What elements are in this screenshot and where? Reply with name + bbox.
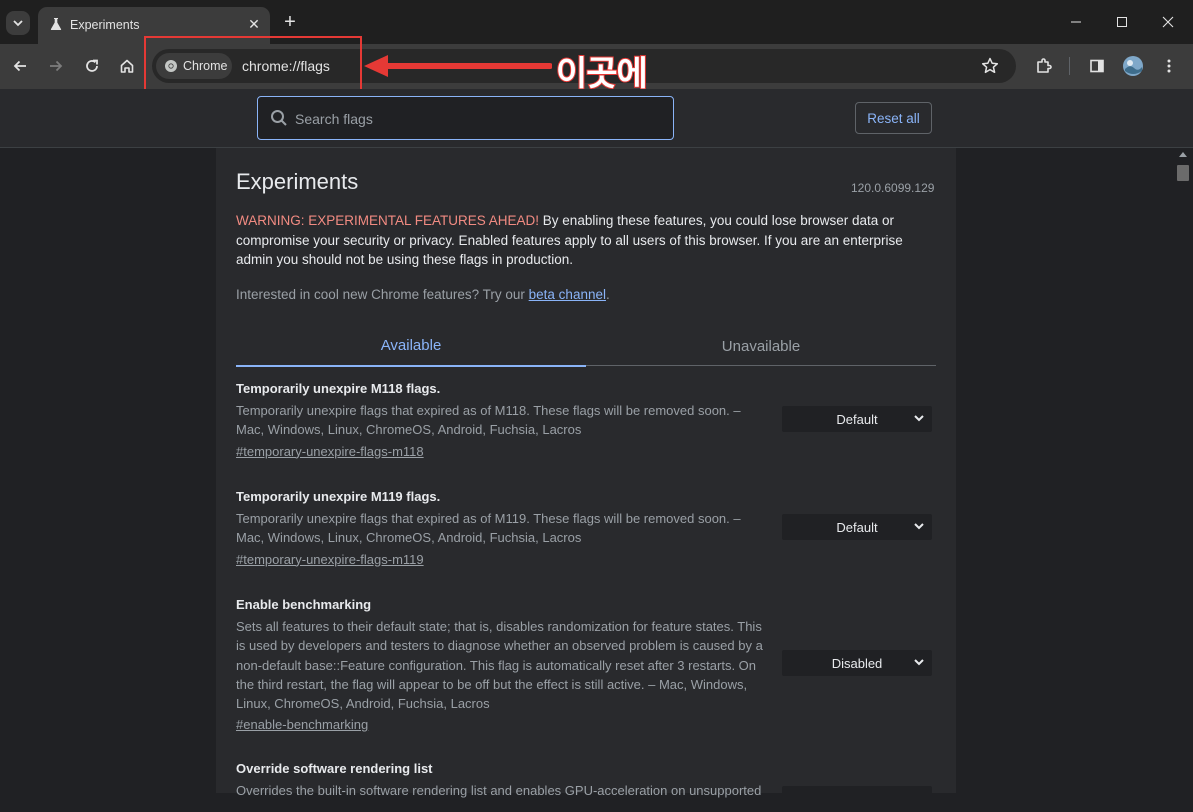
profile-button[interactable] [1119, 52, 1147, 80]
flags-tabs: Available Unavailable [236, 326, 936, 367]
flag-state-select[interactable]: Default [782, 514, 932, 540]
warning-prefix: WARNING: EXPERIMENTAL FEATURES AHEAD! [236, 213, 540, 228]
flag-item: Temporarily unexpire M119 flags. Tempora… [236, 489, 936, 569]
annotation-highlight-box [144, 36, 362, 96]
menu-button[interactable] [1155, 52, 1183, 80]
reset-all-button[interactable]: Reset all [855, 102, 932, 134]
beta-channel-link[interactable]: beta channel [529, 287, 606, 302]
annotation-label: 이곳에 [555, 54, 649, 94]
flag-item: Override software rendering list Overrid… [236, 761, 936, 812]
reload-button[interactable] [78, 52, 106, 80]
flags-content: Experiments 120.0.6099.129 WARNING: EXPE… [216, 148, 956, 812]
search-input[interactable]: Search flags [257, 96, 674, 140]
flag-name: Temporarily unexpire M119 flags. [236, 489, 441, 504]
maximize-icon [1117, 17, 1127, 27]
reload-icon [86, 59, 98, 72]
flag-name: Override software rendering list [236, 761, 433, 776]
scroll-up-arrow-icon[interactable] [1179, 152, 1187, 157]
search-icon [271, 110, 287, 126]
scrollbar[interactable] [1174, 148, 1193, 793]
extensions-button[interactable] [1030, 52, 1058, 80]
chevron-down-icon [914, 659, 924, 666]
home-button[interactable] [113, 52, 141, 80]
new-tab-button[interactable]: + [280, 12, 300, 32]
side-panel-button[interactable] [1083, 52, 1111, 80]
flag-link[interactable]: #enable-benchmarking [236, 715, 368, 734]
flag-state-select[interactable]: Disabled [782, 650, 932, 676]
flags-header: Search flags Reset all [0, 89, 1193, 148]
close-tab-icon[interactable]: ✕ [245, 15, 263, 33]
puzzle-icon [1037, 58, 1052, 73]
flag-name: Enable benchmarking [236, 597, 372, 612]
arrow-left-icon [13, 60, 26, 72]
minimize-icon [1071, 21, 1081, 23]
chevron-down-icon [914, 523, 924, 530]
search-placeholder: Search flags [295, 111, 373, 127]
tab-title: Experiments [70, 18, 140, 32]
annotation-arrow-icon [364, 55, 552, 77]
flag-link[interactable]: #temporary-unexpire-flags-m118 [236, 442, 424, 461]
flag-link[interactable]: #temporary-unexpire-flags-m119 [236, 550, 424, 569]
bookmark-star-icon[interactable] [980, 56, 1000, 76]
tab-unavailable[interactable]: Unavailable [586, 326, 936, 366]
tab-available[interactable]: Available [236, 326, 586, 367]
flag-description: Temporarily unexpire flags that expired … [236, 403, 741, 438]
flag-state-value: Disabled [831, 655, 883, 671]
minimize-button[interactable] [1053, 8, 1099, 36]
arrow-right-icon [50, 60, 63, 72]
flag-description: Overrides the built-in software renderin… [236, 783, 762, 798]
beta-promo-text: Interested in cool new Chrome features? … [236, 287, 610, 302]
flag-description: Temporarily unexpire flags that expired … [236, 511, 741, 546]
close-icon [1162, 16, 1174, 28]
maximize-button[interactable] [1099, 8, 1145, 36]
flask-icon [50, 18, 62, 30]
flag-item: Temporarily unexpire M118 flags. Tempora… [236, 381, 936, 461]
page-title: Experiments [236, 169, 359, 194]
warning-text: WARNING: EXPERIMENTAL FEATURES AHEAD! By… [236, 211, 936, 270]
close-window-button[interactable] [1145, 8, 1191, 36]
back-button[interactable] [6, 52, 34, 80]
side-panel-icon [1090, 59, 1104, 73]
flag-state-value: Default [836, 519, 878, 535]
flag-item: Enable benchmarking Sets all features to… [236, 597, 936, 734]
version-label: 120.0.6099.129 [851, 181, 935, 195]
more-vert-icon [1167, 59, 1171, 73]
chevron-down-icon [914, 415, 924, 422]
beta-promo-prefix: Interested in cool new Chrome features? … [236, 287, 529, 302]
scrollbar-thumb[interactable] [1177, 165, 1189, 181]
flag-state-value: Default [836, 411, 878, 427]
flag-state-select[interactable] [782, 786, 932, 812]
forward-button[interactable] [42, 52, 70, 80]
home-icon [120, 59, 134, 73]
tab-search-button[interactable] [6, 11, 30, 35]
beta-promo-suffix: . [605, 287, 610, 302]
flag-state-select[interactable]: Default [782, 406, 932, 432]
chevron-down-icon [13, 20, 23, 27]
avatar [1123, 56, 1143, 76]
flag-description: Sets all features to their default state… [236, 619, 763, 712]
flag-name: Temporarily unexpire M118 flags. [236, 381, 441, 396]
toolbar-divider [1069, 57, 1070, 75]
